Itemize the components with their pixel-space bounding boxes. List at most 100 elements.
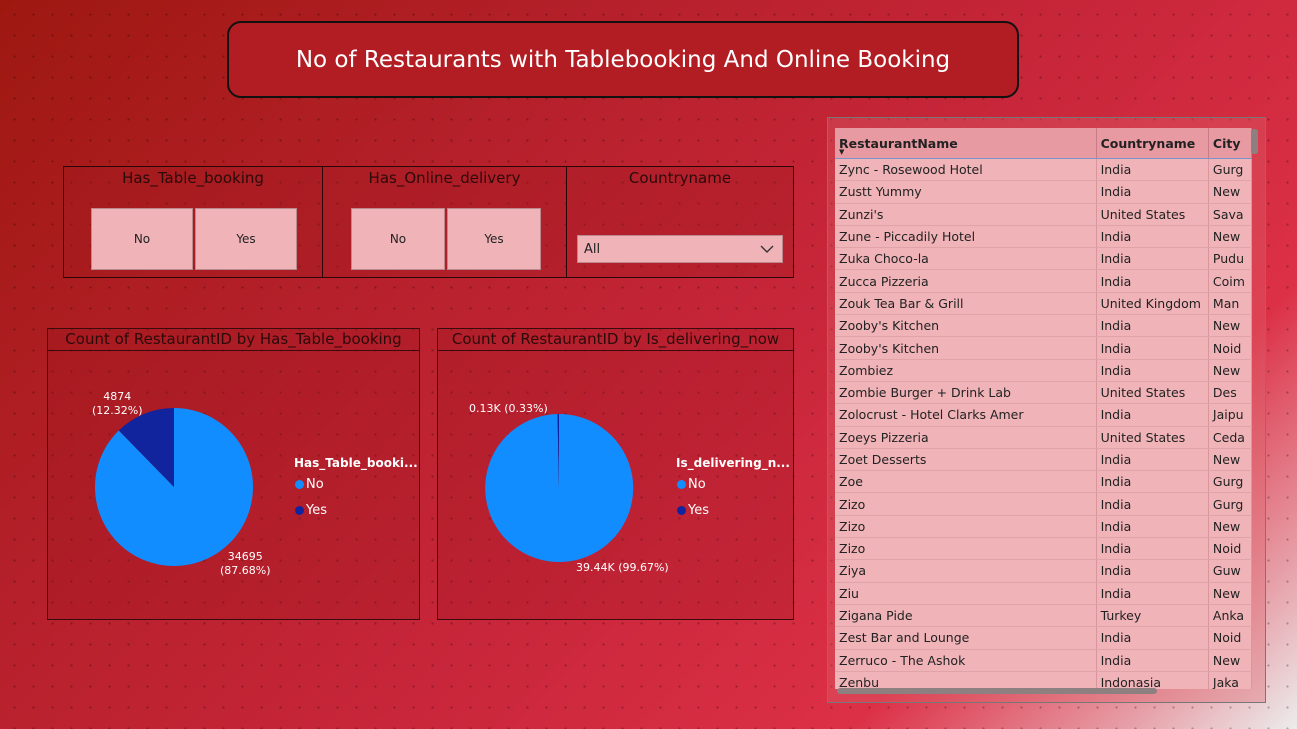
slicer-option-yes[interactable]: Yes — [195, 208, 297, 270]
slicer-has-table-booking: Has_Table_booking No Yes — [63, 166, 323, 278]
legend-label: No — [688, 477, 706, 492]
table-cell-restaurantname: Zooby's Kitchen — [835, 336, 1097, 360]
table-row[interactable]: Zucca Pizzeria India Coim — [835, 269, 1252, 293]
column-header-restaurantname[interactable]: RestaurantName ▼ — [835, 128, 1097, 159]
data-label-yes: 0.13K (0.33%) — [469, 402, 548, 415]
restaurant-table: RestaurantName ▼ Countryname City Zync -… — [835, 128, 1252, 689]
table-cell-countryname: India — [1096, 225, 1209, 249]
pie-chart — [485, 413, 634, 562]
table-row[interactable]: Ziu India New — [835, 582, 1252, 605]
legend-dot-icon — [295, 480, 304, 489]
column-header-label: City — [1212, 135, 1241, 151]
table-cell-countryname: India — [1096, 180, 1209, 204]
column-header-city[interactable]: City — [1208, 128, 1252, 159]
table-cell-countryname: India — [1096, 403, 1209, 427]
table-cell-city: Noid — [1208, 537, 1252, 561]
table-cell-countryname: India — [1096, 537, 1209, 561]
table-row[interactable]: Zuka Choco-la India Pudu — [835, 247, 1252, 271]
legend-item-yes[interactable]: Yes — [677, 503, 709, 518]
table-cell-countryname: India — [1096, 247, 1209, 271]
table-row[interactable]: Zunzi's United States Sava — [835, 203, 1252, 226]
horizontal-scrollbar[interactable] — [837, 688, 1157, 694]
legend-dot-icon — [677, 506, 686, 515]
slicer-option-no[interactable]: No — [91, 208, 193, 270]
table-cell-restaurantname: Zoet Desserts — [835, 448, 1097, 472]
restaurant-table-scroll-area[interactable]: RestaurantName ▼ Countryname City Zync -… — [835, 128, 1252, 689]
table-row[interactable]: Zerruco - The Ashok India New — [835, 649, 1252, 672]
table-cell-restaurantname: Zenbu — [835, 671, 1097, 689]
slicer-option-yes[interactable]: Yes — [447, 208, 541, 270]
table-row[interactable]: Zooby's Kitchen India New — [835, 314, 1252, 338]
table-cell-countryname: India — [1096, 470, 1209, 494]
table-cell-restaurantname: Zombiez — [835, 359, 1097, 382]
data-label-yes: 4874 (12.32%) — [92, 390, 143, 418]
country-dropdown[interactable]: All — [577, 235, 783, 263]
table-cell-city: New — [1208, 582, 1252, 605]
data-label-value: 34695 — [227, 550, 263, 563]
table-cell-restaurantname: Zune - Piccadily Hotel — [835, 225, 1097, 249]
legend-item-yes[interactable]: Yes — [295, 503, 327, 518]
slicer-title: Has_Online_delivery — [368, 169, 521, 187]
data-label-pct: (12.32%) — [92, 404, 143, 417]
table-row[interactable]: Ziya India Guw — [835, 559, 1252, 583]
table-header-row: RestaurantName ▼ Countryname City — [835, 128, 1252, 159]
table-cell-city: New — [1208, 649, 1252, 672]
table-cell-city: New — [1208, 448, 1252, 472]
table-row[interactable]: Zenbu Indonasia Jaka — [835, 671, 1252, 689]
table-row[interactable]: Zombie Burger + Drink Lab United States De… — [835, 381, 1252, 405]
table-cell-city: Noid — [1208, 626, 1252, 650]
table-cell-restaurantname: Ziu — [835, 582, 1097, 605]
table-row[interactable]: Zolocrust - Hotel Clarks Amer India Jaipu — [835, 403, 1252, 427]
table-cell-countryname: United Kingdom — [1096, 292, 1209, 316]
table-cell-countryname: India — [1096, 269, 1209, 293]
table-cell-city: New — [1208, 314, 1252, 338]
table-cell-city: New — [1208, 359, 1252, 382]
table-cell-city: New — [1208, 515, 1252, 539]
pie-slice-no[interactable] — [485, 413, 634, 562]
column-header-label: Countryname — [1100, 135, 1196, 151]
table-row[interactable]: Zync - Rosewood Hotel India Gurg — [835, 158, 1252, 182]
table-cell-countryname: United States — [1096, 203, 1209, 226]
table-cell-restaurantname: Ziya — [835, 559, 1097, 583]
data-label-value: 4874 — [103, 390, 132, 403]
chart-is-delivering-now: Count of RestaurantID by Is_delivering_n… — [437, 328, 794, 620]
column-header-countryname[interactable]: Countryname — [1096, 128, 1209, 159]
table-cell-countryname: Indonasia — [1096, 671, 1209, 689]
table-row[interactable]: Zest Bar and Lounge India Noid — [835, 626, 1252, 650]
table-cell-restaurantname: Zouk Tea Bar & Grill — [835, 292, 1097, 316]
table-cell-countryname: United States — [1096, 381, 1209, 405]
table-row[interactable]: Zombiez India New — [835, 359, 1252, 382]
table-row[interactable]: Zustt Yummy India New — [835, 180, 1252, 204]
table-row[interactable]: Zune - Piccadily Hotel India New — [835, 225, 1252, 249]
table-cell-city: Gurg — [1208, 470, 1252, 494]
dropdown-value: All — [584, 241, 601, 257]
table-cell-city: Gurg — [1208, 158, 1252, 182]
legend-item-no[interactable]: No — [295, 477, 324, 492]
table-cell-countryname: India — [1096, 492, 1209, 516]
table-cell-restaurantname: Zuka Choco-la — [835, 247, 1097, 271]
table-cell-restaurantname: Zigana Pide — [835, 604, 1097, 628]
table-row[interactable]: Zizo India Noid — [835, 537, 1252, 561]
table-row[interactable]: Zoe India Gurg — [835, 470, 1252, 494]
table-row[interactable]: Zoet Desserts India New — [835, 448, 1252, 472]
table-cell-city: Anka — [1208, 604, 1252, 628]
table-cell-restaurantname: Zolocrust - Hotel Clarks Amer — [835, 403, 1097, 427]
table-cell-city: Man — [1208, 292, 1252, 316]
table-row[interactable]: Zizo India New — [835, 515, 1252, 539]
table-cell-restaurantname: Zoeys Pizzeria — [835, 426, 1097, 449]
slicer-title: Countryname — [628, 169, 732, 187]
data-label-no: 39.44K (99.67%) — [576, 561, 669, 574]
table-cell-countryname: United States — [1096, 426, 1209, 449]
slicer-option-no[interactable]: No — [351, 208, 445, 270]
table-row[interactable]: Zigana Pide Turkey Anka — [835, 604, 1252, 628]
legend-item-no[interactable]: No — [677, 477, 706, 492]
slicer-has-online-delivery: Has_Online_delivery No Yes — [322, 166, 567, 278]
table-row[interactable]: Zooby's Kitchen India Noid — [835, 336, 1252, 360]
table-row[interactable]: Zouk Tea Bar & Grill United Kingdom Man — [835, 292, 1252, 316]
table-cell-restaurantname: Zooby's Kitchen — [835, 314, 1097, 338]
table-row[interactable]: Zizo India Gurg — [835, 492, 1252, 516]
vertical-scrollbar[interactable] — [1251, 129, 1258, 154]
legend-dot-icon — [295, 506, 304, 515]
table-row[interactable]: Zoeys Pizzeria United States Ceda — [835, 426, 1252, 449]
table-cell-city: Sava — [1208, 203, 1252, 226]
